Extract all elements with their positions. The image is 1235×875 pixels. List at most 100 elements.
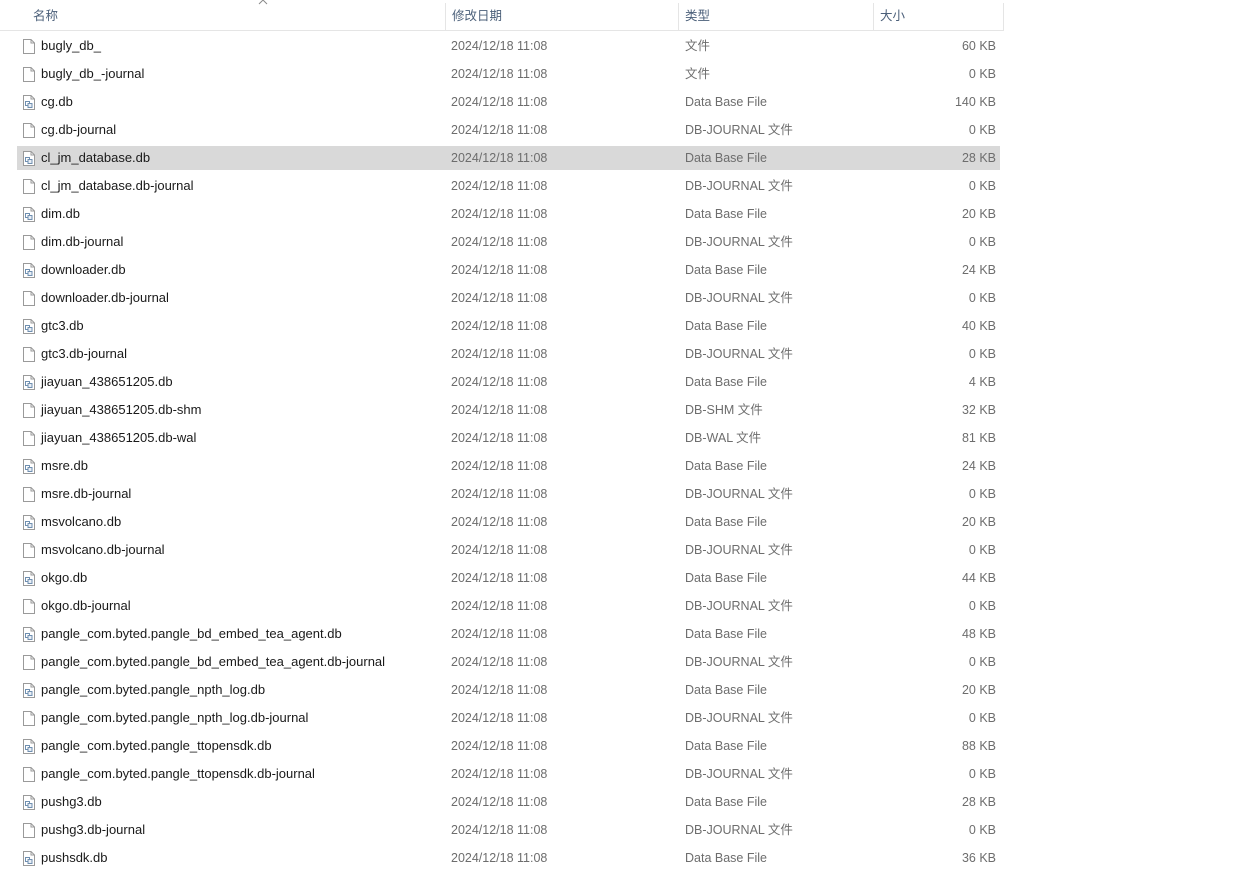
file-name: pangle_com.byted.pangle_npth_log.db-jour… [41, 710, 309, 725]
file-row[interactable]: okgo.db-journal 2024/12/18 11:08 DB-JOURNA… [0, 594, 1004, 622]
column-header-date[interactable]: 修改日期 [445, 3, 678, 30]
file-modified-date: 2024/12/18 11:08 [451, 151, 548, 165]
file-row[interactable]: downloader.db 2024/12/18 11:08 Data Base F… [0, 258, 1004, 286]
file-modified-date: 2024/12/18 11:08 [451, 207, 548, 221]
file-type: DB-WAL 文件 [685, 431, 762, 445]
file-modified-date: 2024/12/18 11:08 [451, 487, 548, 501]
file-row[interactable]: pangle_com.byted.pangle_bd_embed_tea_age… [0, 650, 1004, 678]
file-row[interactable]: dim.db-journal 2024/12/18 11:08 DB-JOURNAL… [0, 230, 1004, 258]
file-size: 40 KB [961, 319, 996, 333]
file-name: cl_jm_database.db-journal [41, 178, 194, 193]
file-icon [23, 711, 35, 726]
database-file-icon [23, 851, 35, 866]
file-size: 0 KB [968, 599, 996, 613]
file-modified-date: 2024/12/18 11:08 [451, 571, 548, 585]
file-type: DB-JOURNAL 文件 [685, 235, 793, 249]
file-row[interactable]: msre.db 2024/12/18 11:08 Data Base File 24 … [0, 454, 1004, 482]
file-name: okgo.db-journal [41, 598, 131, 613]
file-row[interactable]: msre.db-journal 2024/12/18 11:08 DB-JOURNA… [0, 482, 1004, 510]
file-name: cl_jm_database.db [41, 150, 151, 165]
file-type: DB-JOURNAL 文件 [685, 711, 793, 725]
file-type: Data Base File [685, 683, 767, 697]
file-row[interactable]: cg.db 2024/12/18 11:08 Data Base File 140 K… [0, 90, 1004, 118]
file-row[interactable]: jiayuan_438651205.db 2024/12/18 11:08 Data… [0, 370, 1004, 398]
file-modified-date: 2024/12/18 11:08 [451, 851, 548, 865]
file-row[interactable]: gtc3.db-journal 2024/12/18 11:08 DB-JOURNA… [0, 342, 1004, 370]
column-header-size[interactable]: 大小 [873, 3, 1004, 30]
file-size: 0 KB [968, 655, 996, 669]
file-modified-date: 2024/12/18 11:08 [451, 459, 548, 473]
file-name: jiayuan_438651205.db [41, 374, 173, 389]
column-header-type[interactable]: 类型 [678, 3, 873, 30]
file-row[interactable]: downloader.db-journal 2024/12/18 11:08 DB-… [0, 286, 1004, 314]
file-modified-date: 2024/12/18 11:08 [451, 515, 548, 529]
sort-ascending-icon [258, 0, 268, 5]
file-row[interactable]: bugly_db_-journal 2024/12/18 11:08 文件 0 KB [0, 62, 1004, 90]
file-name: cg.db [41, 94, 73, 109]
file-row[interactable]: pangle_com.byted.pangle_ttopensdk.db 2024… [0, 734, 1004, 762]
file-name: msre.db-journal [41, 486, 132, 501]
file-type: DB-SHM 文件 [685, 403, 763, 417]
file-type: DB-JOURNAL 文件 [685, 655, 793, 669]
file-type: Data Base File [685, 263, 767, 277]
file-row[interactable]: pushsdk.db 2024/12/18 11:08 Data Base File… [0, 846, 1004, 874]
file-row[interactable]: cl_jm_database.db-journal 2024/12/18 11:0… [0, 174, 1004, 202]
file-size: 0 KB [968, 291, 996, 305]
file-list: bugly_db_ 2024/12/18 11:08 文件 60 KB bugly_db… [0, 34, 1004, 874]
database-file-icon [23, 207, 35, 222]
file-type: Data Base File [685, 515, 767, 529]
file-size: 81 KB [961, 431, 996, 445]
file-size: 0 KB [968, 347, 996, 361]
file-size: 0 KB [968, 179, 996, 193]
file-row[interactable]: msvolcano.db 2024/12/18 11:08 Data Base Fi… [0, 510, 1004, 538]
file-size: 48 KB [961, 627, 996, 641]
file-name: msvolcano.db [41, 514, 122, 529]
file-name: jiayuan_438651205.db-shm [41, 402, 202, 417]
file-name: downloader.db [41, 262, 126, 277]
file-row[interactable]: jiayuan_438651205.db-shm 2024/12/18 11:08… [0, 398, 1004, 426]
file-row[interactable]: pangle_com.byted.pangle_npth_log.db 2024/… [0, 678, 1004, 706]
file-modified-date: 2024/12/18 11:08 [451, 95, 548, 109]
file-icon [23, 403, 35, 418]
file-name: gtc3.db-journal [41, 346, 127, 361]
file-row[interactable]: pushg3.db-journal 2024/12/18 11:08 DB-JOUR… [0, 818, 1004, 846]
file-row[interactable]: cg.db-journal 2024/12/18 11:08 DB-JOURNAL … [0, 118, 1004, 146]
file-modified-date: 2024/12/18 11:08 [451, 67, 548, 81]
file-row[interactable]: jiayuan_438651205.db-wal 2024/12/18 11:08… [0, 426, 1004, 454]
database-file-icon [23, 571, 35, 586]
file-modified-date: 2024/12/18 11:08 [451, 599, 548, 613]
file-row[interactable]: gtc3.db 2024/12/18 11:08 Data Base File 40 … [0, 314, 1004, 342]
file-icon [23, 655, 35, 670]
file-row[interactable]: pushg3.db 2024/12/18 11:08 Data Base File 2… [0, 790, 1004, 818]
database-file-icon [23, 375, 35, 390]
file-name: pangle_com.byted.pangle_ttopensdk.db [41, 738, 272, 753]
file-row[interactable]: cl_jm_database.db 2024/12/18 11:08 Data Ba… [0, 146, 1004, 174]
file-name: downloader.db-journal [41, 290, 169, 305]
file-row[interactable]: dim.db 2024/12/18 11:08 Data Base File 20 K… [0, 202, 1004, 230]
file-row[interactable]: pangle_com.byted.pangle_ttopensdk.db-jou… [0, 762, 1004, 790]
database-file-icon [23, 151, 35, 166]
column-header-name[interactable]: 名称 [27, 0, 445, 30]
file-type: DB-JOURNAL 文件 [685, 487, 793, 501]
file-size: 0 KB [968, 543, 996, 557]
file-modified-date: 2024/12/18 11:08 [451, 795, 548, 809]
column-header-type-label: 类型 [685, 9, 711, 23]
file-type: Data Base File [685, 151, 767, 165]
file-type: DB-JOURNAL 文件 [685, 291, 793, 305]
file-row[interactable]: pangle_com.byted.pangle_npth_log.db-jour… [0, 706, 1004, 734]
file-type: DB-JOURNAL 文件 [685, 543, 793, 557]
file-size: 44 KB [961, 571, 996, 585]
file-row[interactable]: bugly_db_ 2024/12/18 11:08 文件 60 KB [0, 34, 1004, 62]
file-type: DB-JOURNAL 文件 [685, 123, 793, 137]
file-size: 0 KB [968, 67, 996, 81]
file-row[interactable]: msvolcano.db-journal 2024/12/18 11:08 DB-J… [0, 538, 1004, 566]
column-header-date-label: 修改日期 [452, 9, 503, 23]
file-name: msre.db [41, 458, 88, 473]
column-header-name-label: 名称 [33, 9, 59, 23]
file-row[interactable]: pangle_com.byted.pangle_bd_embed_tea_age… [0, 622, 1004, 650]
file-icon [23, 767, 35, 782]
file-type: Data Base File [685, 571, 767, 585]
file-row[interactable]: okgo.db 2024/12/18 11:08 Data Base File 44 … [0, 566, 1004, 594]
database-file-icon [23, 515, 35, 530]
file-size: 20 KB [961, 515, 996, 529]
